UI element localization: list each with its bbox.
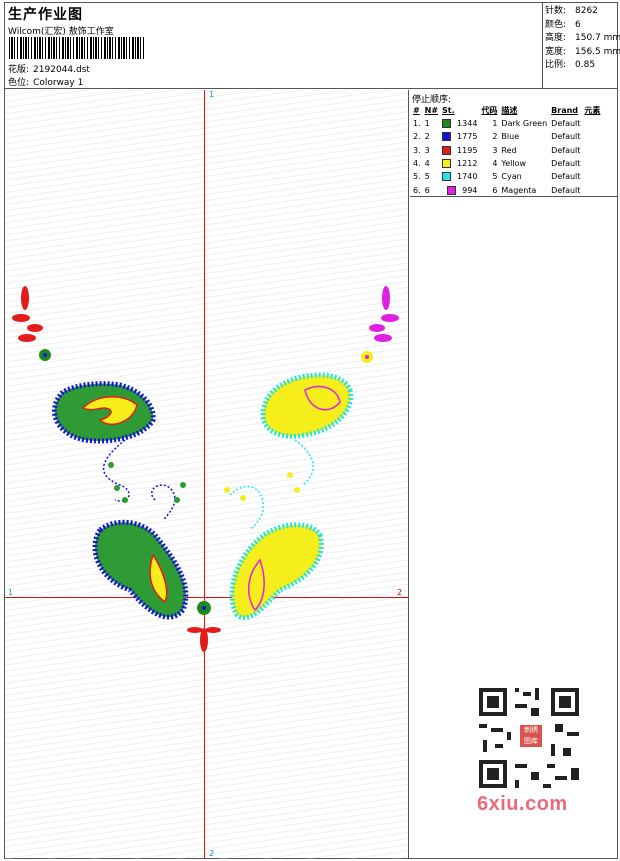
row-description: Cyan (501, 172, 522, 182)
row-element (582, 170, 602, 183)
color-swatch (442, 132, 452, 142)
row-element (582, 144, 602, 157)
color-swatch (442, 119, 452, 129)
row-element (582, 117, 602, 130)
qr-logo: 刺绣 图库 (518, 723, 544, 749)
row-code: 2 (492, 132, 498, 142)
row-needle: 2 (424, 132, 430, 142)
row-brand: Default (551, 119, 581, 129)
production-sheet: 生产作业图 Wilcom(汇宏) 敖饰工作室 花版: 2192044.dst 色位… (4, 2, 620, 859)
colorway-line: 色位: Colorway 1 (8, 75, 83, 88)
row-code: 1 (492, 119, 498, 129)
row-brand: Default (551, 159, 581, 169)
color-row-3: 3. 3 1195 3 Red Default (411, 144, 602, 157)
stat-height: 高度: 150.7 mm (545, 33, 620, 44)
row-index: 1. (413, 119, 421, 129)
paisley-upper-left (52, 381, 156, 444)
row-stitches: 994 (440, 183, 479, 196)
row-needle: 3 (424, 145, 430, 155)
stop-sequence-label: 停止顺序: (412, 95, 452, 105)
row-brand: Default (551, 145, 581, 155)
row-index: 5. (413, 172, 421, 182)
row-code: 6 (492, 185, 498, 195)
row-element (582, 157, 602, 170)
row-stitches: 1195 (440, 144, 479, 157)
col-description: 描述 (501, 106, 518, 115)
row-description: Red (501, 145, 517, 155)
color-row-1: 1. 1 1344 1 Dark Green Default (411, 117, 602, 130)
colorway-label: 色位: (8, 78, 30, 88)
color-row-6: 6. 6 994 6 Magenta Default (411, 183, 602, 196)
col-brand: Brand (551, 106, 579, 115)
vine-right (229, 439, 314, 531)
row-index: 4. (413, 159, 421, 169)
stats-panel: 针数: 8262 颜色: 6 高度: 150.7 mm 宽度: 156.5 mm 比例:… (542, 3, 620, 89)
leaf-dots-right (224, 472, 300, 501)
leaf-spray-top-right (361, 286, 399, 363)
color-row-2: 2. 2 1775 2 Blue Default (411, 130, 602, 143)
design-file-value: 2192044.dst (33, 65, 90, 75)
row-stitches: 1740 (440, 170, 479, 183)
watermark-text: 6xiu.com (477, 793, 568, 815)
table-header-row: # N# St. 代码 描述 Brand 元素 (411, 104, 602, 117)
vine-left (102, 439, 176, 521)
row-code: 3 (492, 145, 498, 155)
sheet-header: 生产作业图 Wilcom(汇宏) 敖饰工作室 花版: 2192044.dst 色位… (5, 3, 620, 89)
color-swatch (442, 172, 452, 182)
stat-stitches: 针数: 8262 (545, 6, 598, 16)
col-number: N# (424, 106, 439, 115)
leaf-spray-top-left (12, 286, 51, 361)
row-needle: 4 (424, 159, 430, 169)
table-divider (410, 196, 617, 197)
color-table: # N# St. 代码 描述 Brand 元素 1. 1 1344 1 Dark Gre… (411, 104, 602, 197)
col-code: 代码 (481, 106, 498, 115)
row-description: Dark Green (501, 119, 548, 129)
row-code: 5 (492, 172, 498, 182)
row-stitches: 1344 (440, 117, 479, 130)
color-swatch (442, 159, 452, 169)
row-stitches: 1775 (440, 130, 479, 143)
row-needle: 1 (424, 119, 430, 129)
color-swatch (442, 145, 452, 155)
software-label: Wilcom(汇宏) 敖饰工作室 (8, 27, 114, 37)
row-needle: 6 (424, 185, 430, 195)
stat-scale: 比例: 0.85 (545, 60, 596, 71)
page-title: 生产作业图 (8, 7, 83, 23)
row-description: Yellow (501, 159, 527, 169)
row-element (582, 183, 602, 196)
row-description: Magenta (501, 185, 537, 195)
leaf-spray-bottom-center (187, 601, 221, 652)
design-preview[interactable]: 1 2 1 2 (5, 90, 409, 859)
stat-width: 宽度: 156.5 mm (545, 46, 620, 57)
row-description: Blue (501, 132, 520, 142)
row-code: 4 (492, 159, 498, 169)
color-row-5: 5. 5 1740 5 Cyan Default (411, 170, 602, 183)
row-stitches: 1212 (440, 157, 479, 170)
paisley-lower-right (229, 522, 324, 620)
paisley-upper-right (260, 372, 354, 439)
row-brand: Default (551, 172, 581, 182)
barcode (9, 37, 145, 59)
row-index: 3. (413, 145, 421, 155)
design-file-label: 花版: (8, 65, 30, 75)
row-brand: Default (551, 185, 581, 195)
embroidery-design (12, 286, 399, 652)
col-element: 元素 (584, 106, 601, 115)
row-needle: 5 (424, 172, 430, 182)
row-element (582, 130, 602, 143)
colorway-value: Colorway 1 (33, 78, 84, 88)
row-index: 2. (413, 132, 421, 142)
color-swatch (447, 185, 457, 195)
col-index: # (413, 106, 420, 115)
color-row-4: 4. 4 1212 4 Yellow Default (411, 157, 602, 170)
row-brand: Default (551, 132, 581, 142)
paisley-lower-left (92, 519, 189, 620)
stat-colors: 颜色: 6 (545, 19, 581, 30)
row-index: 6. (413, 185, 421, 195)
col-stitches: St. (442, 106, 455, 115)
design-file-line: 花版: 2192044.dst (8, 62, 90, 75)
